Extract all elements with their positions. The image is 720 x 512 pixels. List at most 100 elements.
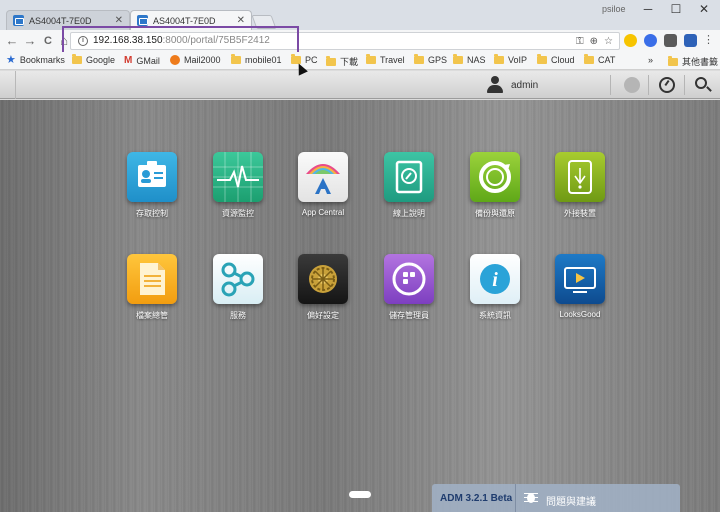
bookmark-label: GPS — [428, 55, 448, 65]
app-label: 線上說明 — [393, 209, 425, 218]
bookmark-label: GMail — [136, 55, 160, 66]
app-label: 系統資訊 — [479, 311, 511, 320]
maximize-button[interactable]: ☐ — [666, 2, 686, 16]
adm-menu-handle[interactable] — [0, 71, 16, 99]
bookmark-mobile01[interactable]: mobile01 — [231, 54, 282, 65]
close-window-button[interactable]: ✕ — [694, 2, 714, 16]
header-divider — [648, 75, 649, 95]
looksgood-icon — [555, 254, 605, 304]
star-icon: ★ — [6, 54, 16, 66]
access-control-icon — [127, 152, 177, 202]
app-activity-monitor[interactable]: 資源監控 — [203, 152, 273, 219]
svg-text:i: i — [492, 269, 498, 291]
extension-3-icon[interactable] — [664, 34, 677, 47]
beta-divider — [515, 484, 516, 512]
app-preferences[interactable]: 偏好設定 — [288, 254, 358, 321]
app-access-control[interactable]: 存取控制 — [117, 152, 187, 219]
bookmark-label: VoIP — [508, 55, 528, 65]
other-bookmarks[interactable]: 其他書籤 — [668, 55, 718, 68]
notification-icon[interactable] — [624, 77, 640, 93]
bookmark-cloud[interactable]: Cloud — [537, 54, 575, 65]
backup-restore-icon — [470, 152, 520, 202]
app-label: 資源監控 — [222, 209, 254, 218]
reload-button[interactable]: C — [40, 33, 56, 49]
activity-monitor-icon — [213, 152, 263, 202]
services-icon — [213, 254, 263, 304]
user-name[interactable]: admin — [511, 80, 538, 91]
tab-close-icon[interactable]: ✕ — [237, 15, 245, 26]
external-devices-icon — [555, 152, 605, 202]
bookmark-download[interactable]: 下載 — [326, 55, 358, 68]
app-online-help[interactable]: 線上說明 — [374, 152, 444, 219]
folder-icon — [453, 54, 463, 64]
mail2000-icon — [170, 55, 180, 65]
zoom-icon[interactable]: ⊕ — [590, 34, 598, 50]
system-info-icon: i — [470, 254, 520, 304]
app-storage-manager[interactable]: 儲存管理員 — [374, 254, 444, 321]
minimize-button[interactable]: ─ — [638, 2, 658, 16]
asustor-favicon-icon — [137, 15, 148, 26]
bookmark-mail2000[interactable]: Mail2000 — [170, 55, 221, 65]
bookmark-travel[interactable]: Travel — [366, 54, 405, 65]
gmail-icon: M — [124, 55, 133, 66]
app-label: 檔案總管 — [136, 311, 168, 320]
bookmark-gmail[interactable]: M GMail — [124, 55, 160, 66]
key-icon[interactable]: ⚿ — [576, 34, 584, 50]
app-label: App Central — [301, 208, 345, 217]
folder-icon — [668, 55, 678, 66]
bookmark-label: Mail2000 — [184, 55, 221, 65]
bookmark-voip[interactable]: VoIP — [494, 54, 528, 65]
storage-manager-icon — [384, 254, 434, 304]
bookmark-label: mobile01 — [245, 55, 282, 65]
folder-icon — [584, 54, 594, 64]
address-highlight-box — [62, 26, 299, 55]
asustor-favicon-icon — [13, 15, 24, 26]
online-help-icon — [384, 152, 434, 202]
bookmarks-overflow-button[interactable]: » — [648, 55, 653, 65]
preferences-icon — [298, 254, 348, 304]
app-backup-restore[interactable]: 備份與還原 — [460, 152, 530, 219]
folder-icon — [414, 54, 424, 64]
bookmark-cat[interactable]: CAT — [584, 54, 616, 65]
bookmarks-bar: ★ Bookmarks Google M GMail Mail2000 mobile… — [0, 52, 720, 70]
header-divider — [684, 75, 685, 95]
app-label: 外接裝置 — [564, 209, 596, 218]
search-icon[interactable] — [695, 77, 707, 89]
feedback-button[interactable]: 問題與建議 — [546, 493, 596, 508]
file-explorer-icon — [127, 254, 177, 304]
bookmark-label: Google — [86, 55, 116, 65]
app-app-central[interactable]: App Central — [288, 152, 358, 217]
bookmark-google[interactable]: Google — [72, 54, 116, 65]
extension-4-icon[interactable] — [684, 34, 697, 47]
app-label: LooksGood — [559, 310, 601, 319]
activity-gauge-icon[interactable] — [659, 77, 675, 93]
folder-icon — [537, 54, 547, 64]
page-indicator[interactable] — [349, 491, 371, 498]
bookmark-label: PC — [305, 55, 318, 65]
window-profile-name[interactable]: psiloe — [602, 4, 626, 14]
bookmark-nas[interactable]: NAS — [453, 54, 486, 65]
app-looksgood[interactable]: LooksGood — [545, 254, 615, 319]
bookmark-bookmarks[interactable]: ★ Bookmarks — [6, 54, 65, 66]
adm-version-label: ADM 3.2.1 Beta — [440, 493, 513, 504]
bug-icon[interactable] — [524, 490, 538, 504]
tab-title: AS4004T-7E0D — [29, 15, 92, 26]
app-system-information[interactable]: i 系統資訊 — [460, 254, 530, 321]
forward-button[interactable]: → — [22, 33, 38, 49]
tab-close-icon[interactable]: ✕ — [115, 15, 123, 26]
app-label: 備份與還原 — [475, 209, 515, 218]
app-label: 儲存管理員 — [389, 311, 429, 320]
app-external-devices[interactable]: 外接裝置 — [545, 152, 615, 219]
extension-1-icon[interactable] — [624, 34, 637, 47]
browser-menu-icon[interactable]: ⋮ — [702, 34, 715, 47]
extension-2-icon[interactable] — [644, 34, 657, 47]
bookmark-label: Travel — [380, 55, 405, 65]
beta-feedback-bar: ADM 3.2.1 Beta 問題與建議 — [432, 484, 680, 512]
bookmark-gps[interactable]: GPS — [414, 54, 448, 65]
bookmark-label: CAT — [598, 55, 616, 65]
user-icon[interactable] — [486, 76, 504, 94]
app-services[interactable]: 服務 — [203, 254, 273, 321]
app-file-explorer[interactable]: 檔案總管 — [117, 254, 187, 321]
star-icon[interactable]: ☆ — [604, 34, 613, 50]
back-button[interactable]: ← — [4, 33, 20, 49]
